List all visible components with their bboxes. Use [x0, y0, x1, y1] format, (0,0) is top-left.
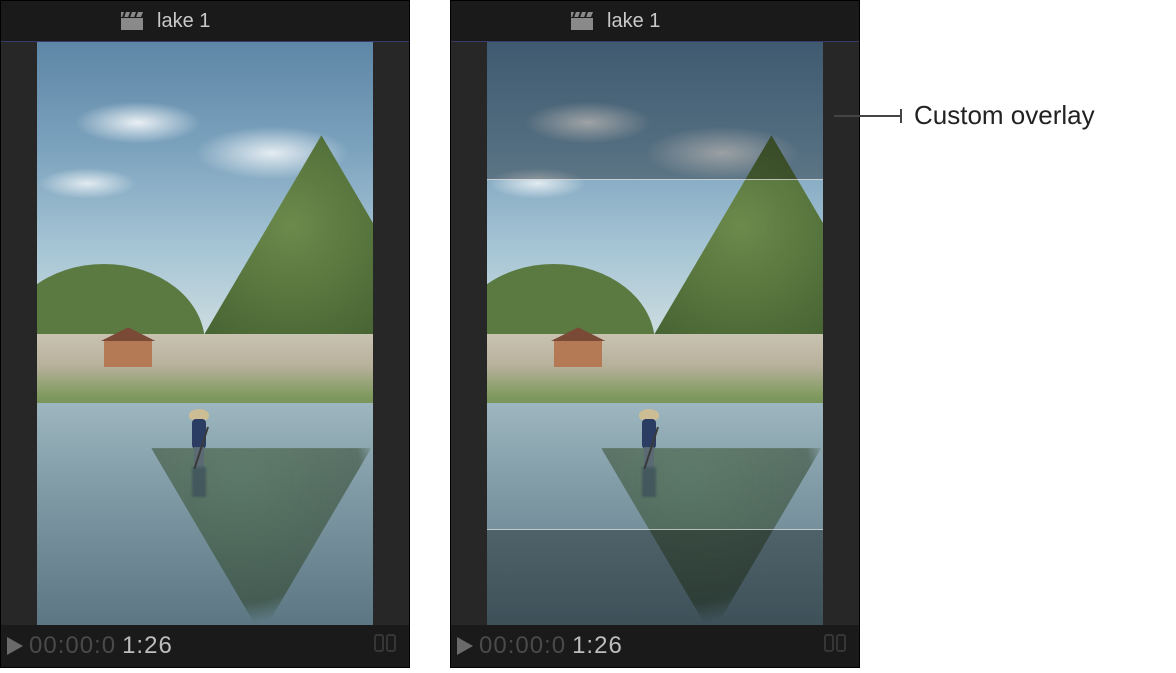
clapper-icon: [571, 12, 593, 30]
clip-name: lake 1: [157, 10, 210, 33]
video-frame: [37, 42, 373, 625]
loop-icon[interactable]: [823, 632, 849, 660]
timecode-value: 1:26: [572, 632, 623, 660]
callout-label: Custom overlay: [914, 100, 1095, 131]
timecode-prefix: 00:00:0: [29, 632, 116, 660]
timecode-prefix: 00:00:0: [479, 632, 566, 660]
viewer-panel: lake 1 00:00:01:26: [0, 0, 410, 668]
timecode-value: 1:26: [122, 632, 173, 660]
viewer-titlebar: lake 1: [1, 1, 409, 41]
clip-name: lake 1: [607, 10, 660, 33]
viewer-titlebar: lake 1: [451, 1, 859, 41]
play-icon[interactable]: [457, 637, 473, 655]
viewer-panel: lake 1 00:00:01:26: [450, 0, 860, 668]
transport-bar: 00:00:01:26: [1, 625, 409, 667]
loop-icon[interactable]: [373, 632, 399, 660]
callout-leader-line: [834, 115, 902, 117]
clapper-icon: [121, 12, 143, 30]
play-icon[interactable]: [7, 637, 23, 655]
transport-bar: 00:00:01:26: [451, 625, 859, 667]
viewer-canvas[interactable]: [451, 41, 859, 625]
video-frame: [487, 42, 823, 625]
custom-overlay-bottom: [487, 529, 823, 625]
viewer-canvas[interactable]: [1, 41, 409, 625]
annotation-callout: Custom overlay: [834, 100, 1095, 131]
custom-overlay-top: [487, 42, 823, 180]
